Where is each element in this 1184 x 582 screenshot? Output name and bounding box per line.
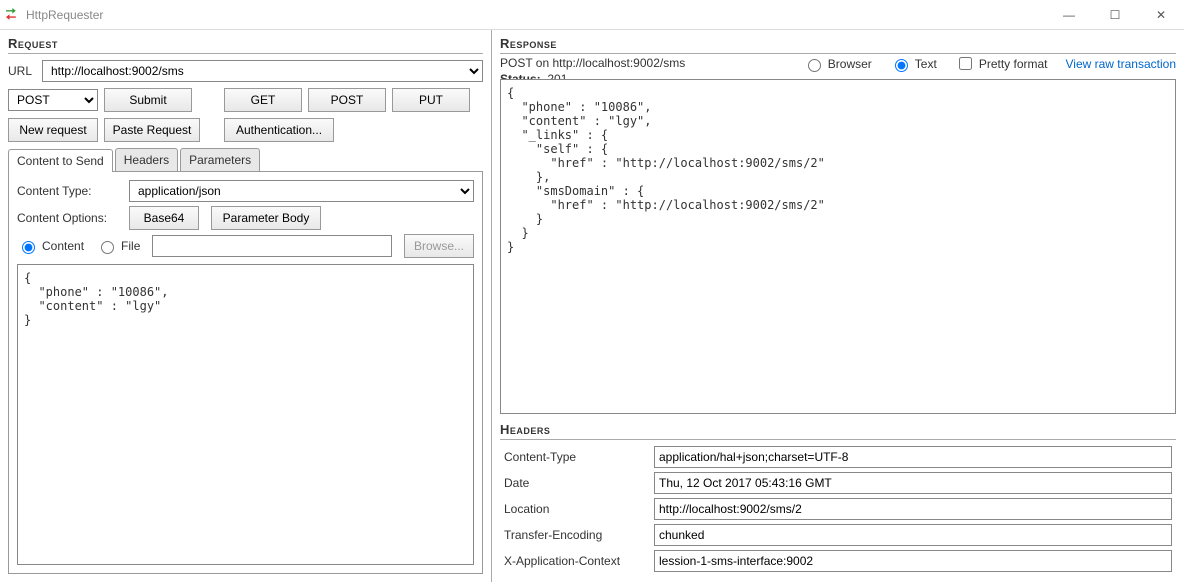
title-bar: HttpRequester — ☐ ✕ (0, 0, 1184, 30)
radio-text[interactable]: Text (890, 56, 937, 72)
header-value[interactable] (654, 524, 1172, 546)
response-title: Response (500, 34, 1176, 54)
response-headers-table: Content-Type Date Location Transfer-Enco… (500, 444, 1176, 574)
minimize-button[interactable]: — (1046, 0, 1092, 30)
radio-content[interactable]: Content (17, 238, 84, 254)
header-row: Date (500, 470, 1176, 496)
header-value[interactable] (654, 550, 1172, 572)
tab-parameters[interactable]: Parameters (180, 148, 260, 171)
url-input[interactable]: http://localhost:9002/sms (42, 60, 483, 82)
tab-content-to-send[interactable]: Content to Send (8, 149, 113, 172)
radio-browser[interactable]: Browser (803, 56, 872, 72)
file-path-input[interactable] (152, 235, 392, 257)
header-row: Content-Type (500, 444, 1176, 470)
paste-request-button[interactable]: Paste Request (104, 118, 200, 142)
post-button[interactable]: POST (308, 88, 386, 112)
content-type-label: Content Type: (17, 184, 117, 198)
header-row: Location (500, 496, 1176, 522)
header-value[interactable] (654, 498, 1172, 520)
maximize-button[interactable]: ☐ (1092, 0, 1138, 30)
header-row: Transfer-Encoding (500, 522, 1176, 548)
put-button[interactable]: PUT (392, 88, 470, 112)
submit-button[interactable]: Submit (104, 88, 192, 112)
radio-file[interactable]: File (96, 238, 140, 254)
base64-button[interactable]: Base64 (129, 206, 199, 230)
response-body[interactable]: { "phone" : "10086", "content" : "lgy", … (500, 79, 1176, 414)
content-options-label: Content Options: (17, 211, 117, 225)
window-title: HttpRequester (26, 8, 103, 22)
request-title: Request (8, 34, 483, 54)
new-request-button[interactable]: New request (8, 118, 98, 142)
authentication-button[interactable]: Authentication... (224, 118, 334, 142)
parameter-body-button[interactable]: Parameter Body (211, 206, 321, 230)
content-type-select[interactable]: application/json (129, 180, 474, 202)
browse-button[interactable]: Browse... (404, 234, 474, 258)
headers-title: Headers (500, 420, 1176, 440)
close-button[interactable]: ✕ (1138, 0, 1184, 30)
checkbox-pretty-format[interactable]: Pretty format (955, 54, 1048, 73)
app-icon (6, 8, 20, 22)
header-value[interactable] (654, 472, 1172, 494)
get-button[interactable]: GET (224, 88, 302, 112)
response-pane: Response POST on http://localhost:9002/s… (492, 30, 1184, 582)
tab-headers[interactable]: Headers (115, 148, 178, 171)
method-select[interactable]: POST (8, 89, 98, 111)
header-value[interactable] (654, 446, 1172, 468)
header-row: X-Application-Context (500, 548, 1176, 574)
view-raw-link[interactable]: View raw transaction (1066, 57, 1177, 71)
url-label: URL (8, 64, 36, 78)
request-pane: Request URL http://localhost:9002/sms PO… (0, 30, 492, 582)
request-body[interactable]: { "phone" : "10086", "content" : "lgy" } (17, 264, 474, 565)
